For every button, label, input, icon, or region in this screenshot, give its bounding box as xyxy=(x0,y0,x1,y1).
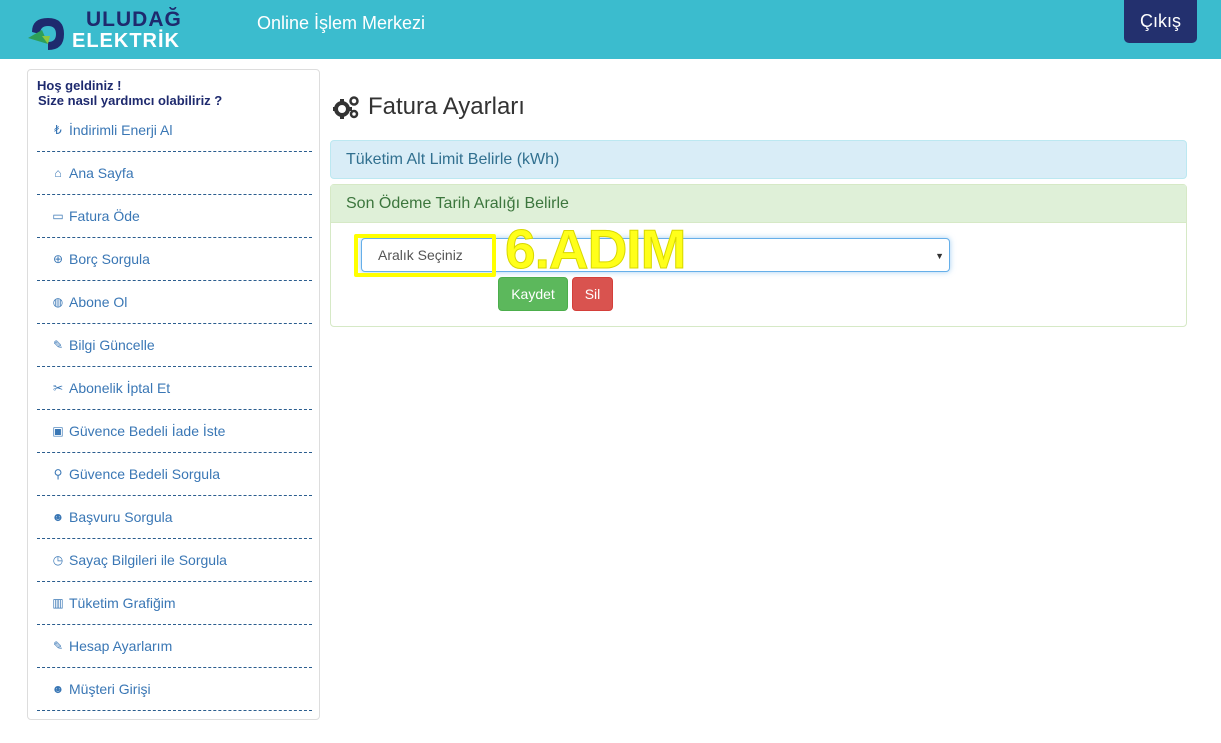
sidebar-item[interactable]: ◍ Abone Ol xyxy=(37,281,312,324)
sidebar-item[interactable]: ✎ Bilgi Güncelle xyxy=(37,324,312,367)
sidebar-item-label: İndirimli Enerji Al xyxy=(69,122,173,138)
home-icon: ⌂ xyxy=(54,166,62,180)
page-title-text: Fatura Ayarları xyxy=(368,93,525,120)
delete-button[interactable]: Sil xyxy=(572,277,613,311)
user-plus-icon: ☻ xyxy=(51,510,65,524)
logo-text-line1: ULUDAĞ xyxy=(86,8,182,31)
sidebar-item[interactable]: ▥ Tüketim Grafiğim xyxy=(37,582,312,625)
welcome-line1: Hoş geldiniz ! xyxy=(37,78,122,93)
edit-icon: ✎ xyxy=(52,338,64,352)
sidebar-item-label: Başvuru Sorgula xyxy=(69,509,173,525)
gears-icon xyxy=(333,96,359,119)
credit-card-icon: ▭ xyxy=(52,209,64,223)
clock-icon: ◷ xyxy=(52,553,64,567)
sidebar-item[interactable]: ▭ Fatura Öde xyxy=(37,195,312,238)
sidebar-item-label: Güvence Bedeli İade İste xyxy=(69,423,226,439)
money-icon: ▣ xyxy=(52,424,64,438)
logout-button[interactable]: Çıkış xyxy=(1124,0,1197,43)
search-icon: ⚲ xyxy=(53,467,63,481)
sidebar-item[interactable]: ☻ Başvuru Sorgula xyxy=(37,496,312,539)
scissors-icon: ✂ xyxy=(52,381,64,395)
sidebar-item[interactable]: ☻ Müşteri Girişi xyxy=(37,668,312,711)
consumption-limit-panel-header[interactable]: Tüketim Alt Limit Belirle (kWh) xyxy=(330,140,1187,179)
lira-icon: ₺ xyxy=(54,123,62,137)
sidebar-item-label: Abone Ol xyxy=(69,294,128,310)
bar-chart-icon: ▥ xyxy=(52,596,64,610)
sidebar-item-label: Abonelik İptal Et xyxy=(69,380,171,396)
sidebar-item[interactable]: ✂ Abonelik İptal Et xyxy=(37,367,312,410)
step-annotation: 6.ADIM xyxy=(504,218,686,280)
search-plus-icon: ⊕ xyxy=(52,252,64,266)
sidebar-item[interactable]: ⚲ Güvence Bedeli Sorgula xyxy=(37,453,312,496)
sidebar-item-label: Fatura Öde xyxy=(69,208,140,224)
sidebar-menu: ₺ İndirimli Enerji Al ⌂ Ana Sayfa ▭ Fatura Öd… xyxy=(37,109,312,711)
welcome-line2: Size nasıl yardımcı olabiliriz ? xyxy=(38,93,223,108)
sidebar: Hoş geldiniz ! Size nasıl yardımcı olabi… xyxy=(27,69,320,720)
sidebar-item-label: Ana Sayfa xyxy=(69,165,134,181)
sidebar-item-label: Hesap Ayarlarım xyxy=(69,638,173,654)
welcome-message: Hoş geldiniz ! Size nasıl yardımcı olabi… xyxy=(37,78,222,108)
sidebar-item-label: Bilgi Güncelle xyxy=(69,337,155,353)
step-highlight-box xyxy=(354,234,496,277)
sidebar-item[interactable]: ✎ Hesap Ayarlarım xyxy=(37,625,312,668)
uludag-elektrik-logo[interactable]: ULUDAĞ ELEKTRİK xyxy=(28,8,188,52)
sidebar-item[interactable]: ▣ Güvence Bedeli İade İste xyxy=(37,410,312,453)
due-date-range-panel-header[interactable]: Son Ödeme Tarih Aralığı Belirle xyxy=(331,185,1186,223)
sidebar-item[interactable]: ⊕ Borç Sorgula xyxy=(37,238,312,281)
sidebar-item-label: Tüketim Grafiğim xyxy=(69,595,176,611)
globe-icon: ◍ xyxy=(52,295,64,309)
sidebar-item[interactable]: ◷ Sayaç Bilgileri ile Sorgula xyxy=(37,539,312,582)
sidebar-item-label: Sayaç Bilgileri ile Sorgula xyxy=(69,552,227,568)
logo-text-line2: ELEKTRİK xyxy=(72,30,180,52)
users-icon: ☻ xyxy=(51,682,65,696)
sidebar-item-label: Güvence Bedeli Sorgula xyxy=(69,466,220,482)
sidebar-item[interactable]: ₺ İndirimli Enerji Al xyxy=(37,109,312,152)
logo-mark-icon xyxy=(28,18,64,50)
edit-icon: ✎ xyxy=(52,639,64,653)
save-button[interactable]: Kaydet xyxy=(498,277,568,311)
sidebar-item[interactable]: ⌂ Ana Sayfa xyxy=(37,152,312,195)
site-title: Online İşlem Merkezi xyxy=(257,13,426,33)
page-title: Fatura Ayarları xyxy=(333,93,525,121)
sidebar-item-label: Borç Sorgula xyxy=(69,251,150,267)
top-bar: ULUDAĞ ELEKTRİK Online İşlem Merkezi Çık… xyxy=(0,0,1221,59)
chevron-down-icon: ▼ xyxy=(935,251,944,261)
sidebar-item-label: Müşteri Girişi xyxy=(69,681,151,697)
